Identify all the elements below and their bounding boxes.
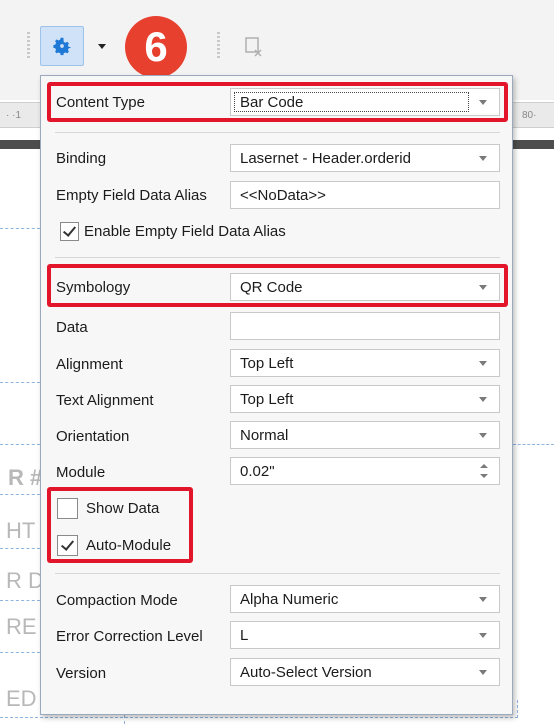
- text-alignment-value: Top Left: [240, 390, 294, 408]
- guide-line: [0, 652, 40, 653]
- chevron-down-icon: [479, 397, 487, 402]
- enable-empty-alias-label: Enable Empty Field Data Alias: [84, 223, 286, 240]
- guide-line: [0, 444, 40, 445]
- chevron-down-icon: [479, 361, 487, 366]
- error-correction-label: Error Correction Level: [56, 628, 203, 645]
- guide-line: [124, 715, 125, 724]
- settings-dropdown-caret[interactable]: [98, 44, 106, 49]
- version-label: Version: [56, 665, 107, 682]
- delete-field-button[interactable]: [244, 36, 264, 58]
- compaction-mode-label: Compaction Mode: [56, 592, 178, 609]
- text-alignment-label: Text Alignment: [56, 392, 154, 409]
- guide-line: [0, 228, 40, 229]
- binding-label: Binding: [56, 150, 107, 167]
- module-value: 0.02": [240, 462, 275, 480]
- guide-line: [0, 494, 40, 495]
- chevron-down-icon: [479, 433, 487, 438]
- step-badge: 6: [125, 16, 187, 78]
- highlight-box: [47, 82, 508, 122]
- guide-line: [0, 382, 40, 383]
- spin-down-icon[interactable]: [480, 474, 488, 478]
- check-icon: [62, 223, 77, 237]
- toolbar-grip-2[interactable]: [217, 32, 220, 60]
- step-badge-number: 6: [144, 23, 168, 70]
- chevron-down-icon: [479, 633, 487, 638]
- guide-line: [517, 700, 518, 718]
- delete-field-icon: [245, 37, 262, 57]
- binding-select[interactable]: Lasernet - Header.orderid: [230, 144, 500, 172]
- guide-line: [0, 717, 518, 718]
- orientation-value: Normal: [240, 426, 289, 444]
- chevron-down-icon: [479, 597, 487, 602]
- compaction-mode-value: Alpha Numeric: [240, 590, 339, 608]
- data-label: Data: [56, 319, 88, 336]
- text-alignment-select[interactable]: Top Left: [230, 385, 500, 413]
- error-correction-select[interactable]: L: [230, 621, 500, 649]
- guide-line: [0, 600, 40, 601]
- guide-line: [513, 444, 554, 445]
- empty-alias-label: Empty Field Data Alias: [56, 187, 207, 204]
- highlight-box: [47, 487, 193, 563]
- chevron-down-icon: [479, 156, 487, 161]
- alignment-value: Top Left: [240, 354, 294, 372]
- module-label: Module: [56, 464, 106, 481]
- spin-up-icon[interactable]: [480, 464, 488, 468]
- alignment-select[interactable]: Top Left: [230, 349, 500, 377]
- gear-icon: [53, 37, 71, 56]
- data-input[interactable]: [230, 312, 500, 340]
- empty-alias-input[interactable]: <<NoData>>: [230, 181, 500, 209]
- ruler-label-right: 80·: [522, 110, 537, 121]
- chevron-down-icon: [479, 670, 487, 675]
- bg-text: HT: [6, 518, 36, 543]
- module-spinner[interactable]: 0.02": [230, 457, 500, 485]
- divider: [55, 132, 500, 133]
- bg-text: R D: [6, 568, 44, 593]
- divider: [55, 257, 500, 258]
- enable-empty-alias-checkbox[interactable]: [60, 222, 79, 241]
- version-select[interactable]: Auto-Select Version: [230, 658, 500, 686]
- toolbar-grip[interactable]: [27, 32, 30, 60]
- bg-text: ED: [6, 686, 37, 711]
- error-correction-value: L: [240, 626, 249, 644]
- empty-alias-value: <<NoData>>: [240, 186, 326, 204]
- highlight-box: [47, 264, 508, 307]
- divider: [55, 573, 500, 574]
- bg-text: R #: [8, 465, 43, 490]
- orientation-label: Orientation: [56, 428, 130, 445]
- ruler-label-left: · ·1: [6, 110, 21, 121]
- settings-button[interactable]: [40, 26, 84, 66]
- compaction-mode-select[interactable]: Alpha Numeric: [230, 585, 500, 613]
- bg-text: RE: [6, 614, 37, 639]
- version-value: Auto-Select Version: [240, 663, 372, 681]
- alignment-label: Alignment: [56, 356, 123, 373]
- orientation-select[interactable]: Normal: [230, 421, 500, 449]
- binding-value: Lasernet - Header.orderid: [240, 149, 411, 167]
- guide-line: [0, 548, 40, 549]
